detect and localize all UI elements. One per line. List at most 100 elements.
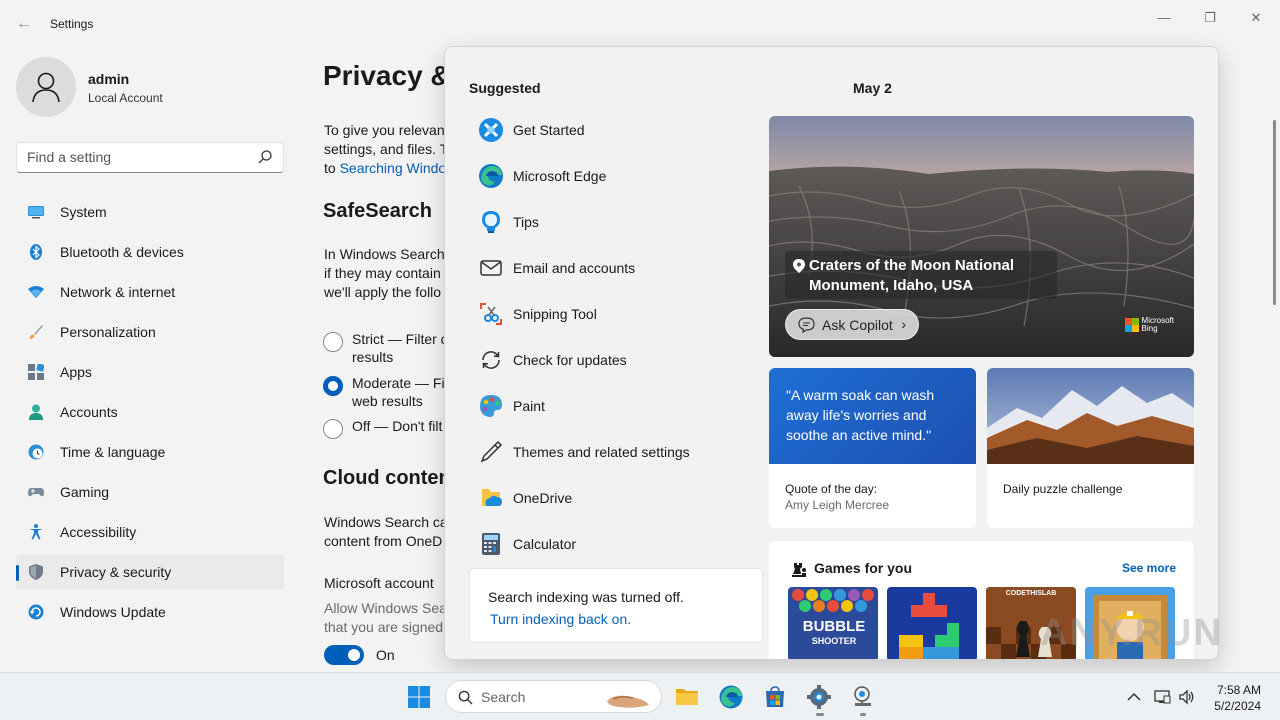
- codethislab-label: CODETHISLAB: [1005, 590, 1057, 597]
- radio-button[interactable]: [323, 332, 343, 352]
- suggested-label: Tips: [513, 214, 539, 230]
- wifi-icon: [28, 286, 44, 298]
- restore-icon[interactable]: ❐: [1187, 6, 1233, 30]
- turn-indexing-on-link[interactable]: Turn indexing back on.: [490, 611, 631, 627]
- microsoft-bing-logo: Microsoft Bing: [1124, 317, 1174, 333]
- ask-copilot-label: Ask Copilot: [822, 316, 893, 333]
- puzzle-label: Daily puzzle challenge: [1003, 482, 1123, 496]
- globe-clock-icon: [28, 444, 44, 460]
- suggested-label: Calculator: [513, 536, 577, 552]
- close-icon[interactable]: ✕: [1233, 6, 1279, 30]
- scrollbar-thumb[interactable]: [1273, 120, 1276, 305]
- settings-gear-icon[interactable]: [807, 685, 831, 709]
- edge-icon[interactable]: [719, 685, 743, 709]
- suggested-check-updates[interactable]: Check for updates: [469, 337, 769, 383]
- nav-item-system[interactable]: System: [16, 194, 284, 230]
- suggested-email-accounts[interactable]: Email and accounts: [469, 245, 769, 291]
- suggested-themes[interactable]: Themes and related settings: [469, 429, 769, 475]
- mountain-image: [987, 368, 1194, 464]
- chevron-up-icon[interactable]: [1125, 688, 1143, 706]
- suggested-calculator[interactable]: Calculator: [469, 521, 769, 567]
- indexing-notice: Search indexing was turned off. Turn ind…: [469, 568, 763, 643]
- nav-label: Bluetooth & devices: [60, 244, 184, 260]
- suggested-paint[interactable]: Paint: [469, 383, 769, 429]
- microsoft-account-toggle[interactable]: [324, 645, 364, 665]
- system-app-icon[interactable]: [851, 685, 875, 709]
- nav-item-accounts[interactable]: Accounts: [16, 394, 284, 430]
- microsoft-logo-icon: [1124, 318, 1139, 332]
- page-title: Privacy &: [323, 60, 451, 91]
- apps-icon: [28, 364, 44, 380]
- nav-label: Accounts: [60, 404, 118, 420]
- find-setting-input[interactable]: [27, 149, 247, 165]
- daily-puzzle-card[interactable]: Daily puzzle challenge: [987, 368, 1194, 528]
- paint-icon: [480, 395, 502, 417]
- suggested-label: OneDrive: [513, 490, 573, 506]
- location-caption[interactable]: Craters of the Moon National Monument, I…: [785, 251, 1057, 299]
- gamepad-icon: [28, 488, 44, 497]
- find-setting-box[interactable]: [16, 142, 284, 173]
- suggested-tips[interactable]: Tips: [469, 199, 769, 245]
- suggested-get-started[interactable]: Get Started: [469, 107, 769, 153]
- tips-icon: [482, 211, 500, 233]
- settings-nav: System Bluetooth & devices Network & int…: [16, 194, 284, 634]
- nav-label: Personalization: [60, 324, 156, 340]
- hero-image-card[interactable]: Craters of the Moon National Monument, I…: [769, 116, 1194, 357]
- nav-item-privacy-security[interactable]: Privacy & security: [16, 554, 284, 590]
- suggested-snipping-tool[interactable]: Snipping Tool: [469, 291, 769, 337]
- start-icon[interactable]: [407, 685, 431, 709]
- store-icon[interactable]: [763, 685, 787, 709]
- suggested-label: Check for updates: [513, 352, 627, 368]
- see-more-link[interactable]: See more: [1122, 561, 1176, 575]
- suggested-label: Themes and related settings: [513, 444, 690, 460]
- minimize-icon[interactable]: —: [1141, 6, 1187, 30]
- suggested-microsoft-edge[interactable]: Microsoft Edge: [469, 153, 769, 199]
- file-explorer-icon[interactable]: [675, 685, 699, 709]
- user-profile[interactable]: admin Local Account: [16, 57, 286, 117]
- nav-label: Accessibility: [60, 524, 137, 540]
- microsoft-account-label: Microsoft account: [324, 575, 434, 591]
- volume-icon[interactable]: [1178, 688, 1196, 706]
- nav-item-personalization[interactable]: Personalization: [16, 314, 284, 350]
- bing-logo-text: Bing: [1141, 324, 1158, 333]
- game-tile-blocks[interactable]: [887, 587, 977, 659]
- network-icon[interactable]: [1153, 688, 1171, 706]
- app-title: Settings: [50, 17, 94, 31]
- nav-item-network[interactable]: Network & internet: [16, 274, 284, 310]
- nav-label: Privacy & security: [60, 564, 172, 580]
- nav-item-windows-update[interactable]: Windows Update: [16, 594, 284, 630]
- search-icon[interactable]: [257, 149, 273, 165]
- chevron-right-icon: ›: [901, 316, 906, 332]
- bubble-shooter-title: BUBBLE SHOOTER: [792, 619, 876, 648]
- taskbar-search-box[interactable]: [445, 680, 662, 713]
- taskbar-search-input[interactable]: [481, 689, 601, 705]
- suggested-onedrive[interactable]: OneDrive: [469, 475, 769, 521]
- nav-label: Windows Update: [60, 604, 166, 620]
- searching-windows-link[interactable]: Searching Windo: [340, 160, 447, 176]
- nav-item-accessibility[interactable]: Accessibility: [16, 514, 284, 550]
- nav-item-apps[interactable]: Apps: [16, 354, 284, 390]
- back-arrow-icon[interactable]: ←: [12, 12, 36, 36]
- ask-copilot-button[interactable]: Ask Copilot ›: [785, 309, 919, 340]
- taskbar: 7:58 AM 5/2/2024: [0, 672, 1280, 720]
- account-type: Local Account: [88, 91, 163, 105]
- search-highlight-icon: [607, 695, 649, 708]
- game-tile-bubble-shooter[interactable]: BUBBLE SHOOTER: [788, 587, 878, 659]
- nav-item-bluetooth[interactable]: Bluetooth & devices: [16, 234, 284, 270]
- system-clock[interactable]: 7:58 AM 5/2/2024: [1214, 682, 1261, 714]
- radio-button[interactable]: [323, 419, 343, 439]
- calculator-icon: [482, 533, 500, 555]
- nav-item-time-language[interactable]: Time & language: [16, 434, 284, 470]
- nav-item-gaming[interactable]: Gaming: [16, 474, 284, 510]
- quote-of-the-day-card[interactable]: "A warm soak can wash away life's worrie…: [769, 368, 976, 528]
- quote-author: Amy Leigh Mercree: [785, 498, 890, 512]
- suggested-label: Email and accounts: [513, 260, 636, 276]
- watermark: ANY.RUN: [1040, 612, 1223, 654]
- accessibility-icon: [29, 524, 43, 540]
- game-title-line: SHOOTER: [811, 636, 857, 646]
- nav-label: Apps: [60, 364, 92, 380]
- safesearch-heading: SafeSearch: [323, 200, 432, 222]
- suggested-label: Microsoft Edge: [513, 168, 607, 184]
- radio-button[interactable]: [323, 376, 343, 396]
- search-icon: [458, 690, 473, 705]
